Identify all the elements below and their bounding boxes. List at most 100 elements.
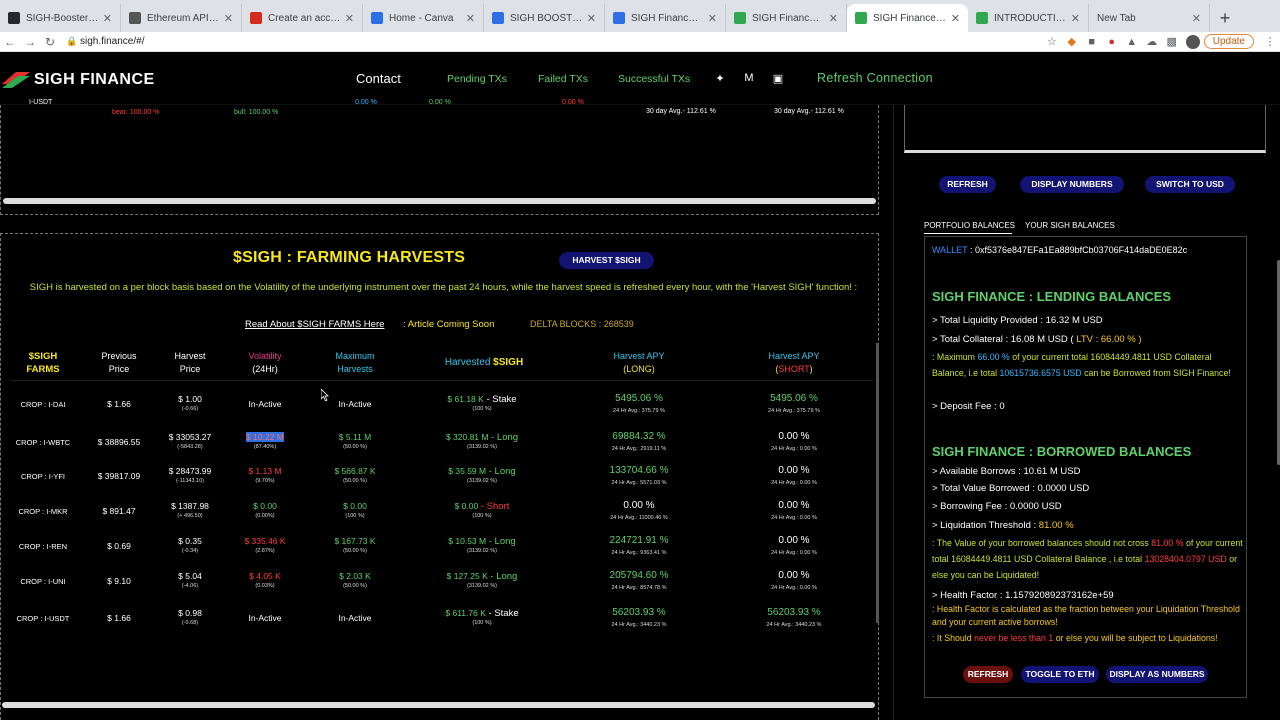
- reload-icon[interactable]: ↻: [40, 35, 60, 49]
- tab-close-icon[interactable]: ✕: [345, 12, 354, 25]
- tab-close-icon[interactable]: ✕: [951, 12, 960, 25]
- farm-title: $SIGH : FARMING HARVESTS: [233, 249, 466, 266]
- profile-avatar[interactable]: [1185, 34, 1200, 49]
- nav-contact[interactable]: Contact: [356, 71, 401, 86]
- medium-icon[interactable]: M: [742, 72, 756, 84]
- header-apy-long: Harvest APY (LONG): [613, 351, 665, 374]
- forward-icon[interactable]: →: [20, 35, 40, 49]
- harvest-price: $ 28473.99 (-11343.10): [168, 466, 212, 484]
- farming-harvests-panel: $SIGH : FARMING HARVESTS HARVEST $SIGH S…: [0, 233, 879, 720]
- display-numbers-button[interactable]: DISPLAY NUMBERS: [1020, 176, 1124, 193]
- active-tab-underline: [924, 233, 1012, 234]
- app-header: SIGH FINANCE Contact Pending TXs Failed …: [0, 52, 1280, 105]
- tab-your-sigh-balances[interactable]: YOUR SIGH BALANCES: [1025, 221, 1115, 230]
- volatility-value: In-Active: [248, 399, 282, 409]
- apy-long: 224721.91 % 24 Hr Avg.: 9363.41 %: [609, 535, 669, 556]
- discord-icon[interactable]: ▣: [771, 72, 785, 85]
- update-button[interactable]: Update: [1203, 34, 1254, 49]
- harvest-sigh-button[interactable]: HARVEST $SIGH: [559, 252, 654, 269]
- tab-label: INTRODUCTION - S: [994, 12, 1067, 24]
- metamask-icon[interactable]: ◆: [1062, 35, 1082, 48]
- display-as-numbers-button[interactable]: DISPLAY AS NUMBERS: [1106, 666, 1208, 683]
- sigh-logo-icon: [2, 72, 30, 88]
- nav-successful-txs[interactable]: Successful TXs: [618, 73, 690, 85]
- address-bar[interactable]: 🔒 sigh.finance/#/: [66, 33, 1042, 51]
- browser-tab[interactable]: Ethereum API | IPFS ✕: [121, 4, 242, 32]
- back-icon[interactable]: ←: [0, 35, 20, 49]
- apy-short: 0.00 % 24 Hr Avg.: 0.00 %: [771, 465, 817, 486]
- harvested-sigh: $ 127.25 K - Long (3139.02 %): [446, 571, 518, 589]
- menu-dots-icon[interactable]: ⋮: [1260, 35, 1280, 48]
- tab-favicon-icon: [613, 12, 625, 24]
- harvest-price: $ 0.98 (-0.68): [178, 608, 202, 626]
- header-harvest-price: Harvest Price: [174, 351, 206, 374]
- apy-short: 0.00 % 24 Hr Avg.: 0.00 %: [771, 500, 817, 521]
- tab-label: Create an account -: [268, 12, 341, 24]
- extension-icon-2[interactable]: ▲: [1122, 36, 1142, 48]
- browser-tab[interactable]: SIGH Finance | Engin ✕: [847, 4, 968, 32]
- browser-tab[interactable]: SIGH Finance: Financ ✕: [605, 4, 726, 32]
- horizontal-scrollbar[interactable]: [3, 198, 876, 204]
- tab-close-icon[interactable]: ✕: [708, 12, 717, 25]
- deposit-fee: > Deposit Fee : 0: [932, 401, 1005, 412]
- nav-pending-txs[interactable]: Pending TXs: [447, 73, 507, 85]
- new-tab-icon[interactable]: +: [1210, 4, 1240, 32]
- volatility-value: $ 10.22 M (87.40%): [246, 432, 284, 450]
- tab-close-icon[interactable]: ✕: [466, 12, 475, 25]
- bookmark-star-icon[interactable]: ☆: [1042, 35, 1062, 48]
- volatility-value: $ 0.00 (0.00%): [253, 501, 277, 519]
- read-about-farms-link[interactable]: Read About $SIGH FARMS Here: [245, 319, 384, 330]
- harvested-sigh: $ 0.00 - Short (100 %): [454, 501, 510, 519]
- harvested-sigh: $ 35.59 M - Long (3139.02 %): [448, 466, 516, 484]
- refresh-button-top[interactable]: REFRESH: [939, 176, 996, 193]
- article-coming-soon: : Article Coming Soon: [403, 319, 495, 330]
- farm-name: CROP : I-UNI: [20, 577, 66, 586]
- tab-close-icon[interactable]: ✕: [103, 12, 112, 25]
- tab-portfolio-balances[interactable]: PORTFOLIO BALANCES: [924, 221, 1015, 230]
- extension-icon[interactable]: ■: [1082, 36, 1102, 48]
- nav-failed-txs[interactable]: Failed TXs: [538, 73, 588, 85]
- apy-short: 0.00 % 24 Hr Avg.: 0.00 %: [771, 535, 817, 556]
- farm-name: CROP : I-DAI: [20, 400, 66, 409]
- browser-tab[interactable]: SIGH BOOSTERS : L ✕: [484, 4, 605, 32]
- browser-tab[interactable]: SIGH-Boosters-sub- ✕: [0, 4, 121, 32]
- harvest-price: $ 1.00 (-0.66): [178, 394, 202, 412]
- adblock-icon[interactable]: ●: [1102, 36, 1122, 48]
- header-apy-short: Harvest APY (SHORT): [768, 351, 820, 374]
- tab-label: Home - Canva: [389, 12, 454, 24]
- maximum-harvests: In-Active: [338, 613, 372, 623]
- tab-favicon-icon: [976, 12, 988, 24]
- header-previous-price: Previous Price: [101, 351, 137, 374]
- refresh-button-bottom[interactable]: REFRESH: [963, 666, 1013, 683]
- browser-tab[interactable]: New Tab ✕: [1089, 4, 1210, 32]
- browser-tab[interactable]: Home - Canva ✕: [363, 4, 484, 32]
- toggle-to-eth-button[interactable]: TOGGLE TO ETH: [1021, 666, 1099, 683]
- apy-short: 0.00 % 24 Hr Avg.: 0.00 %: [771, 431, 817, 452]
- browser-tab[interactable]: SIGH Finance | Engin ✕: [726, 4, 847, 32]
- vertical-scrollbar[interactable]: [876, 343, 879, 623]
- twitter-icon[interactable]: ✦: [713, 72, 727, 85]
- previous-price: $ 38896.55: [97, 437, 141, 447]
- health-factor-note: : Health Factor is calculated as the fra…: [932, 604, 1240, 627]
- tab-close-icon[interactable]: ✕: [1071, 12, 1080, 25]
- tab-close-icon[interactable]: ✕: [1192, 12, 1201, 25]
- logo[interactable]: SIGH FINANCE: [2, 70, 155, 90]
- switch-to-usd-button[interactable]: SWITCH TO USD: [1145, 176, 1235, 193]
- browser-tab[interactable]: Create an account - ✕: [242, 4, 363, 32]
- tab-label: Ethereum API | IPFS: [147, 12, 220, 24]
- volatility-value: In-Active: [248, 613, 282, 623]
- maximum-harvests: $ 5.11 M (50.00 %): [338, 432, 372, 450]
- tab-favicon-icon: [8, 12, 20, 24]
- tab-close-icon[interactable]: ✕: [587, 12, 596, 25]
- harvest-price: $ 1387.98 (+ 496.50): [171, 501, 209, 519]
- tab-close-icon[interactable]: ✕: [829, 12, 838, 25]
- tab-close-icon[interactable]: ✕: [224, 12, 233, 25]
- farm-name: CROP : I-MKR: [18, 507, 68, 516]
- horizontal-scrollbar-bottom[interactable]: [2, 702, 875, 708]
- puzzle-icon[interactable]: ▩: [1162, 35, 1182, 48]
- browser-toolbar: ← → ↻ 🔒 sigh.finance/#/ ☆ ◆ ■ ● ▲ ☁ ▩ Up…: [0, 32, 1280, 52]
- refresh-connection-button[interactable]: Refresh Connection: [817, 71, 933, 85]
- lock-icon[interactable]: 🔒: [66, 36, 80, 47]
- cloud-icon[interactable]: ☁: [1142, 35, 1162, 48]
- browser-tab[interactable]: INTRODUCTION - S ✕: [968, 4, 1089, 32]
